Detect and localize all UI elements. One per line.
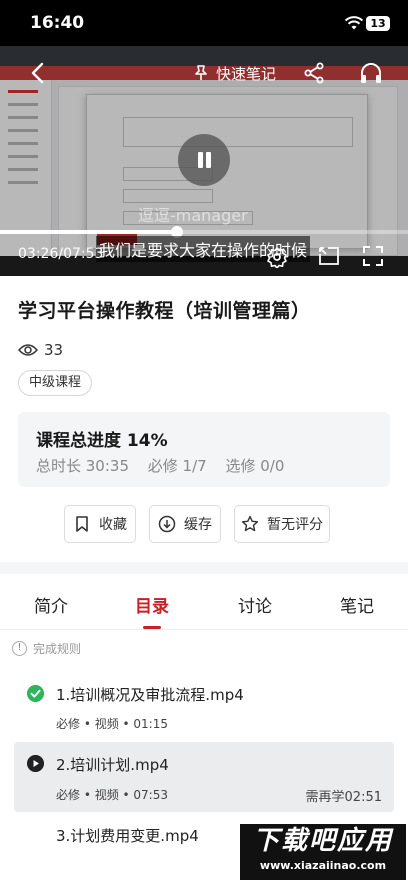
progress-details: 总时长 30:35 必修 1/7 选修 0/0 — [36, 455, 298, 476]
course-level-tag: 中级课程 — [18, 370, 93, 396]
quick-note-button[interactable]: 快速笔记 — [192, 62, 276, 84]
required-progress: 必修 1/7 — [147, 457, 207, 475]
video-player[interactable]: 快速笔记 逗逗-manager 我们是要求大家在操作的时候 03:26/07:5… — [0, 46, 408, 276]
section-divider — [0, 562, 408, 574]
cache-label: 缓存 — [184, 517, 212, 533]
watermark-logo-cn: 下载吧应用 — [252, 826, 393, 856]
elective-progress: 选修 0/0 — [225, 457, 285, 475]
cache-button[interactable]: 缓存 — [149, 505, 221, 543]
favorite-label: 收藏 — [99, 517, 127, 533]
star-icon — [241, 515, 259, 532]
headphones-icon[interactable] — [358, 61, 384, 85]
total-duration: 总时长 30:35 — [36, 457, 129, 475]
status-bar: 16:40 13 — [0, 0, 408, 46]
view-count: 33 — [18, 341, 63, 359]
completion-rules-label: 完成规则 — [33, 642, 82, 656]
tab-discussion[interactable]: 讨论 — [238, 592, 272, 617]
tab-bar: 简介 目录 讨论 笔记 — [0, 574, 408, 630]
rating-label: 暂无评分 — [267, 517, 323, 533]
favorite-button[interactable]: 收藏 — [64, 505, 136, 543]
fullscreen-icon[interactable] — [362, 245, 384, 267]
lesson-remaining-time: 需再学02:51 — [305, 790, 382, 805]
course-progress-card: 课程总进度 14% 总时长 30:35 必修 1/7 选修 0/0 — [18, 412, 390, 487]
site-watermark-logo: 下载吧应用 www.xiazaiinao.com — [240, 824, 406, 880]
video-watermark: 逗逗-manager — [138, 206, 248, 225]
lesson-item-playing[interactable]: 2.培训计划.mp4 必修 • 视频 • 07:53 需再学02:51 — [14, 742, 394, 812]
eye-icon — [18, 344, 38, 356]
playing-icon — [27, 755, 44, 772]
pause-button[interactable] — [178, 134, 230, 186]
watermark-logo-url: www.xiazaiinao.com — [259, 859, 387, 872]
lesson-title: 2.培训计划.mp4 — [56, 756, 169, 774]
pin-icon — [195, 65, 207, 80]
picture-in-picture-icon[interactable] — [318, 246, 340, 266]
quick-note-label: 快速笔记 — [216, 64, 277, 83]
completed-check-icon — [27, 685, 44, 702]
wifi-icon — [344, 16, 364, 30]
bookmark-icon — [76, 516, 88, 532]
active-tab-indicator — [143, 626, 161, 629]
video-time: 03:26/07:53 — [18, 246, 104, 262]
back-icon[interactable] — [26, 60, 52, 86]
settings-gear-icon[interactable] — [266, 246, 288, 268]
tab-notes[interactable]: 笔记 — [340, 592, 374, 617]
lesson-item[interactable]: 1.培训概况及审批流程.mp4 必修 • 视频 • 01:15 — [14, 684, 394, 734]
rating-button[interactable]: 暂无评分 — [234, 505, 330, 543]
info-icon: ! — [12, 641, 27, 656]
lesson-meta: 必修 • 视频 • 07:53 — [56, 788, 168, 802]
lesson-title: 1.培训概况及审批流程.mp4 — [56, 686, 244, 704]
battery-indicator: 13 — [366, 16, 390, 31]
status-time: 16:40 — [30, 13, 85, 33]
view-count-value: 33 — [44, 341, 64, 359]
download-icon — [158, 515, 176, 533]
share-icon[interactable] — [302, 61, 326, 85]
completion-rules-link[interactable]: ! 完成规则 — [12, 640, 81, 657]
tab-intro[interactable]: 简介 — [34, 592, 68, 617]
overall-progress: 课程总进度 14% — [36, 431, 168, 451]
video-progress-bar[interactable] — [0, 226, 408, 238]
tab-catalog[interactable]: 目录 — [135, 592, 169, 617]
lesson-title: 3.计划费用变更.mp4 — [56, 827, 199, 845]
lesson-meta: 必修 • 视频 • 01:15 — [56, 717, 168, 731]
course-title: 学习平台操作教程（培训管理篇） — [18, 300, 311, 322]
